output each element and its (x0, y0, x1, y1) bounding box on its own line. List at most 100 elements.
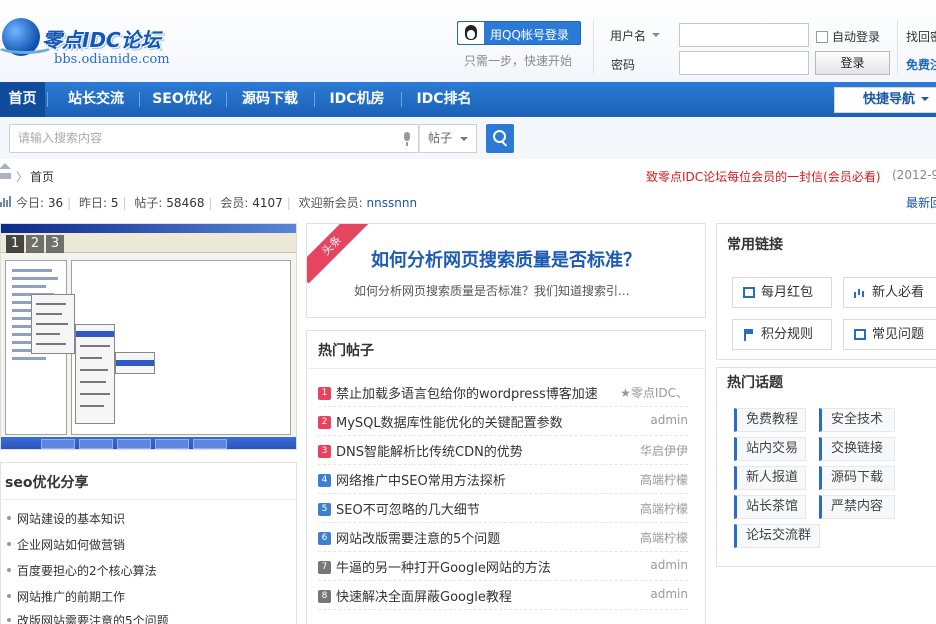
notice-link[interactable]: 致零点IDC论坛每位会员的一封信(会员必看) (646, 168, 881, 185)
quick-nav-dropdown[interactable]: 快捷导航 (834, 87, 936, 113)
hot-post-title[interactable]: 禁止加载多语言包给你的wordpress博客加速 (336, 383, 598, 402)
chevron-down-icon (921, 97, 930, 105)
link-monthly-redpack[interactable]: 每月红包 (732, 277, 832, 308)
hot-post-title[interactable]: 网站改版需要注意的5个问题 (336, 528, 500, 547)
topic-tag[interactable]: 源码下载 (819, 466, 895, 490)
hot-post-author[interactable]: 高端柠檬 (640, 471, 688, 488)
register-link[interactable]: 免费注册 (906, 56, 936, 73)
hot-post-row[interactable]: 4 网络推广中SEO常用方法探析 高端柠檬 (318, 465, 688, 494)
search-type-select[interactable]: 帖子 (419, 124, 477, 153)
nav-item-home[interactable]: 首页 (0, 82, 45, 117)
nav-item-idc-rank[interactable]: IDC排名 (405, 82, 483, 117)
nav-item-source[interactable]: 源码下载 (230, 82, 310, 117)
chevron-down-icon (652, 33, 661, 41)
search-type-label: 帖子 (428, 131, 453, 145)
qq-login-button[interactable]: 用QQ帐号登录 (457, 21, 581, 45)
hot-post-author[interactable]: admin (650, 558, 688, 572)
nav-divider (226, 92, 227, 107)
topic-tag[interactable]: 站内交易 (734, 437, 806, 461)
hot-post-title[interactable]: 快速解决全面屏蔽Google教程 (336, 586, 512, 605)
stats-chart-icon (0, 196, 11, 207)
slide-page-3[interactable]: 3 (46, 235, 64, 253)
home-icon[interactable] (0, 163, 11, 179)
hot-post-author[interactable]: ★零点IDC、 (620, 384, 688, 401)
topic-tag[interactable]: 安全技术 (819, 408, 895, 432)
username-input[interactable] (679, 23, 809, 47)
hot-post-row[interactable]: 7 牛逼的另一种打开Google网站的方法 admin (318, 552, 688, 581)
stats-today: 36 (47, 196, 64, 210)
topic-tag[interactable]: 新人报道 (734, 466, 806, 490)
edit-icon (743, 287, 755, 298)
login-button[interactable]: 登录 (815, 51, 890, 75)
link-newbie-guide[interactable]: 新人必看 (843, 277, 936, 308)
hot-post-author[interactable]: 高端柠檬 (640, 500, 688, 517)
password-input[interactable] (679, 51, 809, 75)
topic-tag[interactable]: 严禁内容 (819, 495, 895, 519)
rank-badge: 3 (318, 445, 331, 458)
stats-posts: 58468 (166, 196, 205, 210)
globe-logo-icon (0, 18, 54, 56)
hot-post-author[interactable]: 华启伊伊 (640, 442, 688, 459)
topic-tag[interactable]: 站长茶馆 (734, 495, 806, 519)
hot-post-row[interactable]: 6 网站改版需要注意的5个问题 高端柠檬 (318, 523, 688, 552)
hot-post-title[interactable]: SEO不可忽略的几大细节 (336, 499, 480, 518)
breadcrumb-home[interactable]: 首页 (30, 168, 54, 185)
headline-title[interactable]: 如何分析网页搜索质量是否标准？ (371, 246, 641, 272)
hot-post-row[interactable]: 3 DNS智能解析比传统CDN的优势 华启伊伊 (318, 436, 688, 465)
seo-list-item[interactable]: 网站推广的前期工作 (6, 588, 125, 605)
nav-divider (139, 92, 140, 107)
hot-post-row[interactable]: 5 SEO不可忽略的几大细节 高端柠檬 (318, 494, 688, 523)
rank-badge: 8 (318, 590, 331, 603)
seo-list-item[interactable]: 百度要担心的2个核心算法 (7, 562, 157, 579)
link-label: 新人必看 (872, 285, 925, 300)
slide-page-1[interactable]: 1 (6, 235, 24, 253)
hot-post-title[interactable]: DNS智能解析比传统CDN的优势 (336, 441, 523, 460)
hot-post-row[interactable]: 8 快速解决全面屏蔽Google教程 admin (318, 581, 688, 610)
auto-login-label: 自动登录 (832, 30, 881, 44)
link-points-rules[interactable]: 积分规则 (732, 319, 832, 350)
topic-tag[interactable]: 交换链接 (819, 437, 895, 461)
hot-post-row[interactable]: 1 禁止加载多语言包给你的wordpress博客加速 ★零点IDC、 (318, 378, 688, 407)
newest-member-link[interactable]: nnssnnn (367, 196, 418, 210)
microphone-icon[interactable] (402, 132, 412, 146)
qq-login-tip: 只需一步，快速开始 (464, 54, 573, 68)
forum-stats: 今日: 36 | 昨日: 5 | 帖子: 58468 | 会员: 4107 | 欢迎新会… (16, 196, 418, 210)
bar-chart-icon (854, 287, 866, 298)
stats-posts-label: 帖子: (134, 196, 163, 210)
topic-tag[interactable]: 免费教程 (734, 408, 806, 432)
flag-icon (743, 329, 755, 341)
seo-list-item[interactable]: 企业网站如何做营销 (6, 536, 125, 553)
link-faq[interactable]: 常见问题 (843, 319, 936, 350)
hot-post-author[interactable]: 高端柠檬 (640, 529, 688, 546)
hot-post-author[interactable]: admin (650, 587, 688, 601)
newest-reply-link[interactable]: 最新回 (906, 194, 936, 211)
breadcrumb-separator-icon: 〉 (16, 170, 29, 184)
seo-list-item[interactable]: 改版网站需要注意的5个问题 (7, 612, 169, 624)
divider (307, 368, 705, 369)
qq-login-label: 用QQ帐号登录 (490, 28, 569, 42)
divider (0, 499, 297, 500)
username-label-dropdown[interactable]: 用户名 (610, 27, 661, 44)
slide-image-screenshot[interactable] (1, 224, 296, 449)
image-slideshow[interactable] (0, 223, 297, 450)
slide-page-2[interactable]: 2 (26, 235, 44, 253)
nav-item-idc-room[interactable]: IDC机房 (318, 82, 396, 117)
search-button[interactable] (486, 124, 514, 153)
hot-post-author[interactable]: admin (650, 413, 688, 427)
hot-post-row[interactable]: 2 MySQL数据库性能优化的关键配置参数 admin (318, 407, 688, 436)
find-password-link[interactable]: 找回密码 (906, 28, 936, 45)
quick-nav-label: 快捷导航 (863, 92, 916, 107)
hot-post-title[interactable]: 牛逼的另一种打开Google网站的方法 (336, 557, 551, 576)
nav-divider (401, 92, 402, 107)
topic-tag[interactable]: 论坛交流群 (734, 524, 820, 548)
hot-post-title[interactable]: 网络推广中SEO常用方法探析 (336, 470, 506, 489)
logo-url: bbs.odianide.com (54, 52, 170, 67)
auto-login-checkbox[interactable]: 自动登录 (816, 28, 880, 45)
login-divider (593, 20, 594, 74)
nav-item-seo[interactable]: SEO优化 (143, 82, 221, 117)
site-logo[interactable]: 零点IDC论坛 bbs.odianide.com (0, 8, 180, 70)
hot-post-title[interactable]: MySQL数据库性能优化的关键配置参数 (336, 412, 563, 431)
seo-list-item[interactable]: 网站建设的基本知识 (6, 510, 125, 527)
search-input[interactable]: 请输入搜索内容 (9, 124, 419, 153)
nav-item-webmaster[interactable]: 站长交流 (55, 82, 137, 117)
